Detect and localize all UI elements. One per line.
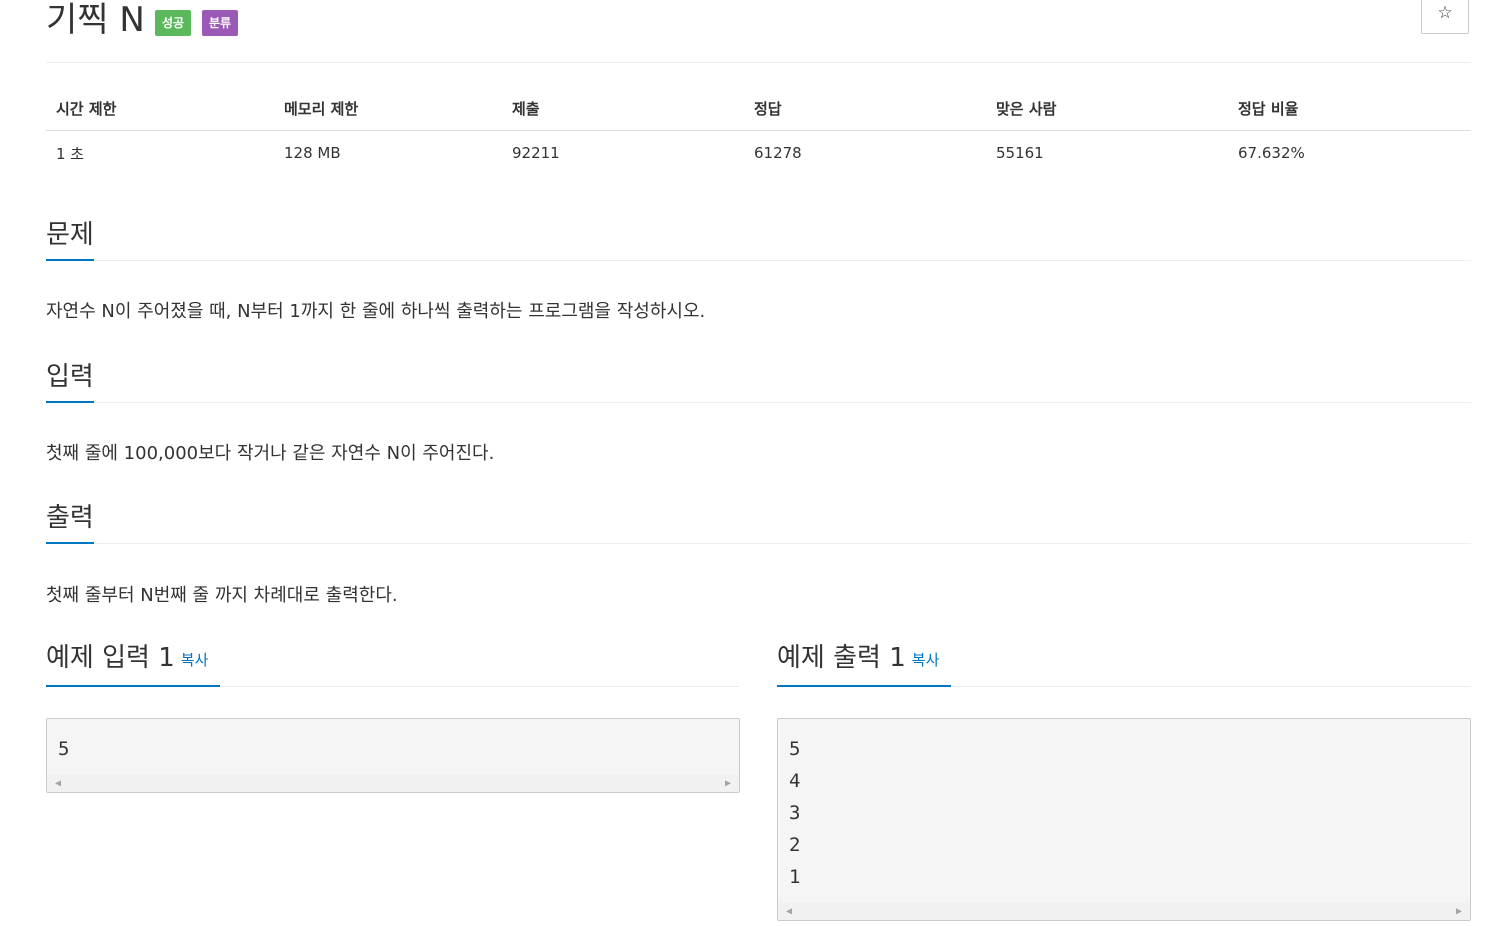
- sample-output-title: 예제 출력 1: [777, 643, 906, 673]
- input-text: 첫째 줄에 100,000보다 작거나 같은 자연수 N이 주어진다.: [46, 443, 495, 464]
- sample-output-header: 예제 출력 1 복사: [777, 638, 1471, 687]
- sample-input-panel: 예제 입력 1 복사 5 ◀ ▶: [46, 638, 740, 793]
- scroll-left-icon[interactable]: ◀: [786, 906, 792, 917]
- value-accepted[interactable]: 61278: [744, 131, 986, 176]
- sample-output-content: 5 4 3 2 1: [789, 738, 801, 888]
- header-accepted: 정답: [744, 86, 986, 131]
- scroll-left-icon[interactable]: ◀: [55, 778, 61, 789]
- success-badge[interactable]: 성공: [155, 10, 192, 36]
- description-heading: 문제: [46, 218, 94, 261]
- output-heading: 출력: [46, 501, 94, 544]
- sample-input-header: 예제 입력 1 복사: [46, 638, 740, 687]
- sample-output-copy-button[interactable]: 복사: [912, 651, 940, 669]
- sample-input-copy-button[interactable]: 복사: [181, 651, 209, 669]
- value-memory-limit: 128 MB: [284, 144, 341, 162]
- problem-title: 기찍 N: [46, 0, 145, 40]
- info-value-row: 1 초 128 MB 92211 61278 55161 67.632%: [46, 131, 1471, 176]
- value-solved-users[interactable]: 55161: [986, 131, 1228, 176]
- description-text: 자연수 N이 주어졌을 때, N부터 1까지 한 줄에 하나씩 출력하는 프로그…: [46, 301, 706, 322]
- header-solved-users: 맞은 사람: [986, 86, 1228, 131]
- sample-output-scrollbar[interactable]: ◀ ▶: [778, 903, 1470, 920]
- value-time-limit: 1 초: [56, 144, 85, 163]
- sample-input-box[interactable]: 5 ◀ ▶: [46, 718, 740, 793]
- star-button[interactable]: ☆: [1421, 0, 1469, 34]
- scroll-right-icon[interactable]: ▶: [725, 778, 731, 789]
- value-accept-ratio: 67.632%: [1238, 144, 1305, 162]
- scroll-right-icon[interactable]: ▶: [1456, 906, 1462, 917]
- problem-page: 기찍 N 성공 분류 ☆ 시간 제한 메모리 제한 제출 정답 맞은 사람 정답…: [46, 0, 1471, 921]
- input-heading: 입력: [46, 360, 94, 403]
- category-badge[interactable]: 분류: [202, 10, 239, 36]
- sample-input-title: 예제 입력 1: [46, 643, 175, 673]
- description-section-header: 문제: [46, 218, 1471, 261]
- sample-output-heading: 예제 출력 1 복사: [777, 638, 952, 687]
- sample-input-heading: 예제 입력 1 복사: [46, 638, 221, 687]
- sample-input-content: 5: [58, 738, 70, 760]
- input-section-header: 입력: [46, 360, 1471, 403]
- problem-info-table: 시간 제한 메모리 제한 제출 정답 맞은 사람 정답 비율 1 초 128 M…: [46, 86, 1471, 175]
- info-header-row: 시간 제한 메모리 제한 제출 정답 맞은 사람 정답 비율: [46, 86, 1471, 131]
- sample-output-panel: 예제 출력 1 복사 5 4 3 2 1 ◀ ▶: [777, 638, 1471, 921]
- header-time-limit: 시간 제한: [46, 86, 274, 131]
- header-submissions: 제출: [502, 86, 744, 131]
- output-section-header: 출력: [46, 501, 1471, 544]
- header-accept-ratio: 정답 비율: [1228, 86, 1471, 131]
- output-text: 첫째 줄부터 N번째 줄 까지 차례대로 출력한다.: [46, 585, 398, 606]
- problem-header: 기찍 N 성공 분류 ☆: [46, 0, 1471, 63]
- header-memory-limit: 메모리 제한: [274, 86, 502, 131]
- sample-input-scrollbar[interactable]: ◀ ▶: [47, 775, 739, 792]
- star-icon: ☆: [1437, 3, 1453, 23]
- sample-output-box[interactable]: 5 4 3 2 1 ◀ ▶: [777, 718, 1471, 921]
- value-submissions[interactable]: 92211: [502, 131, 744, 176]
